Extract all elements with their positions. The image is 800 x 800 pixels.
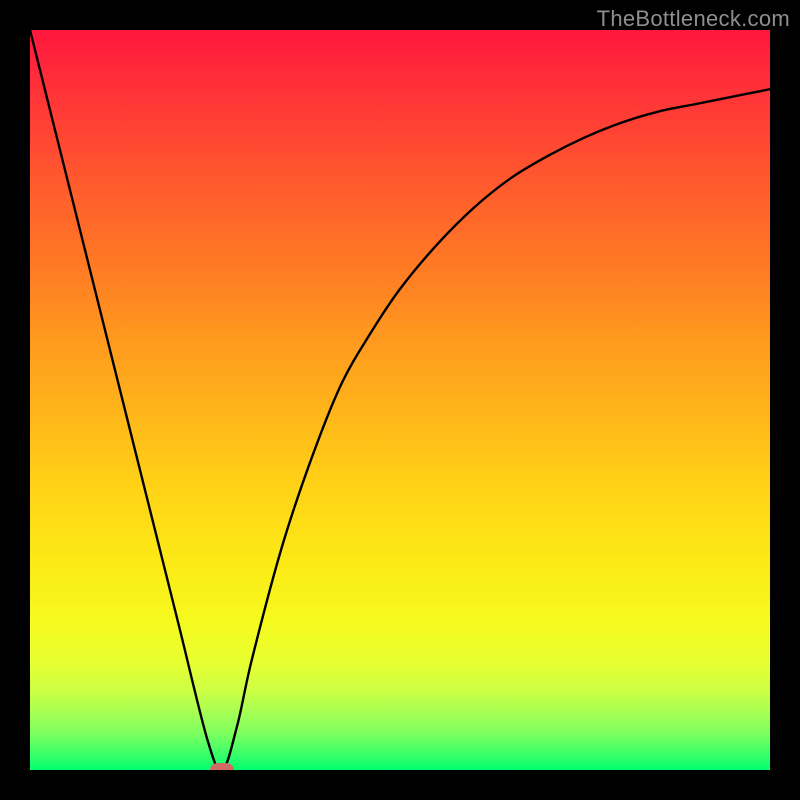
- curve-svg: [30, 30, 770, 770]
- bottleneck-curve: [30, 30, 770, 770]
- watermark-text: TheBottleneck.com: [597, 6, 790, 32]
- chart-container: TheBottleneck.com: [0, 0, 800, 800]
- plot-area: [30, 30, 770, 770]
- optimal-point-marker: [210, 763, 234, 770]
